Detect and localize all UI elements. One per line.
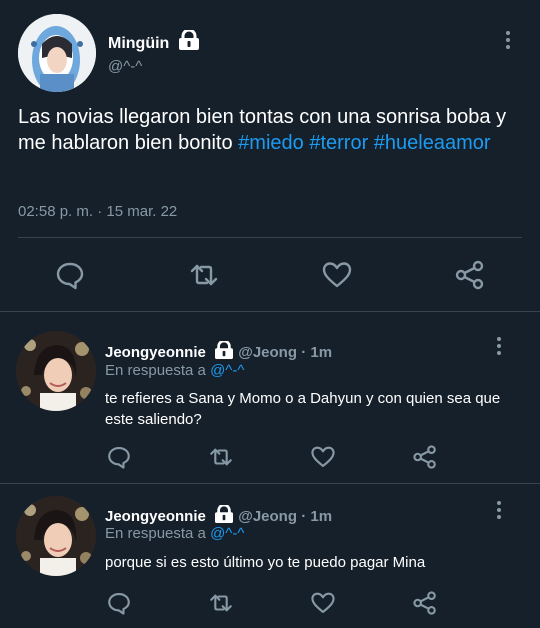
reply-avatar[interactable]	[16, 496, 96, 576]
meta-separator: ·	[301, 508, 307, 525]
more-options-icon[interactable]	[496, 501, 502, 522]
reply-author-handle[interactable]: @Jeong	[238, 344, 297, 361]
author-avatar[interactable]	[18, 14, 96, 92]
lock-icon	[214, 339, 234, 363]
divider	[0, 311, 540, 312]
author-display-name[interactable]: Mingüin	[108, 35, 169, 52]
divider	[0, 483, 540, 484]
author-handle[interactable]: @^-^	[108, 58, 142, 75]
more-options-icon[interactable]	[505, 31, 511, 52]
more-options-icon[interactable]	[496, 337, 502, 358]
reply-text: te refieres a Sana y Momo o a Dahyun y c…	[105, 390, 501, 428]
reply-author-name[interactable]: Jeongyeonnie	[105, 508, 206, 525]
reply-icon[interactable]	[106, 590, 132, 616]
retweet-icon[interactable]	[188, 259, 220, 291]
divider	[18, 237, 522, 238]
replying-to-label: En respuesta a	[105, 525, 211, 542]
hashtag-terror[interactable]: #terror	[309, 132, 368, 154]
replying-to-mention[interactable]: @^-^	[210, 362, 244, 379]
retweet-icon[interactable]	[208, 444, 234, 470]
tweet-timestamp[interactable]: 02:58 p. m. · 15 mar. 22	[18, 203, 177, 220]
reply-avatar[interactable]	[16, 331, 96, 411]
lock-icon	[178, 28, 200, 55]
like-icon[interactable]	[321, 259, 353, 291]
replying-to-label: En respuesta a	[105, 362, 211, 379]
reply-time[interactable]: 1m	[310, 508, 332, 525]
reply-header: Jeongyeonnie @Jeong · 1m	[105, 503, 332, 527]
like-icon[interactable]	[310, 444, 336, 470]
timestamp-separator: ·	[97, 203, 103, 220]
replying-to: En respuesta a @^-^	[105, 362, 244, 379]
tweet-text: Las novias llegaron bien tontas con una …	[18, 104, 518, 156]
tweet-date: 15 mar. 22	[106, 203, 178, 220]
reply-icon[interactable]	[106, 444, 132, 470]
reply-icon[interactable]	[54, 259, 86, 291]
author-name-row: Mingüin	[108, 28, 200, 55]
reply-author-handle[interactable]: @Jeong	[238, 508, 297, 525]
like-icon[interactable]	[310, 590, 336, 616]
reply-author-name[interactable]: Jeongyeonnie	[105, 344, 206, 361]
tweet-time: 02:58 p. m.	[18, 203, 94, 220]
replying-to-mention[interactable]: @^-^	[210, 525, 244, 542]
share-icon[interactable]	[412, 590, 438, 616]
retweet-icon[interactable]	[208, 590, 234, 616]
reply-time[interactable]: 1m	[310, 344, 332, 361]
hashtag-miedo[interactable]: #miedo	[238, 132, 304, 154]
reply-text: porque si es esto último yo te puedo pag…	[105, 554, 426, 571]
hashtag-hueleaamor[interactable]: #hueleaamor	[374, 132, 491, 154]
share-icon[interactable]	[454, 259, 486, 291]
lock-icon	[214, 503, 234, 527]
meta-separator: ·	[301, 344, 307, 361]
share-icon[interactable]	[412, 444, 438, 470]
replying-to: En respuesta a @^-^	[105, 525, 244, 542]
reply-header: Jeongyeonnie @Jeong · 1m	[105, 339, 332, 363]
